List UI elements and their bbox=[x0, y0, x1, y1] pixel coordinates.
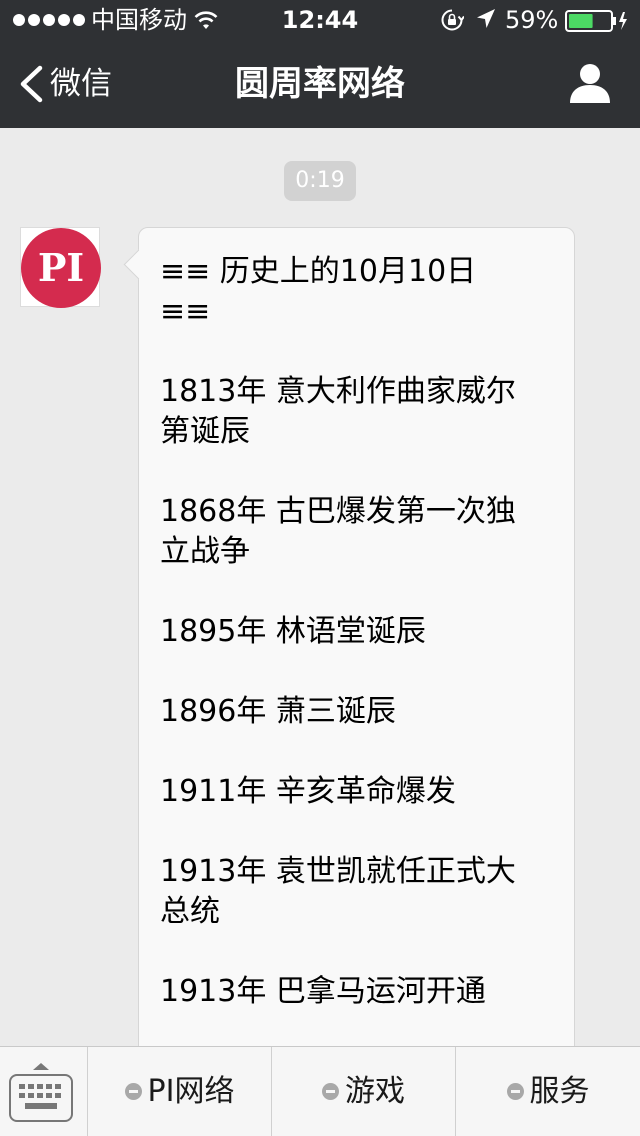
list-item-line: 1911年 辛亥革命爆发 bbox=[160, 774, 456, 809]
submenu-icon bbox=[322, 1083, 339, 1100]
list-item: 1895年 林语堂诞辰 bbox=[160, 612, 555, 652]
message-time-badge: 0:19 bbox=[284, 161, 356, 201]
list-item: 1868年 古巴爆发第一次独 立战争 bbox=[160, 492, 555, 572]
list-item: 1911年 辛亥革命爆发 bbox=[160, 772, 555, 812]
message-heading-line: ≡≡ 历史上的10月10日 bbox=[160, 254, 477, 289]
message-bubble[interactable]: ≡≡ 历史上的10月10日 ≡≡ 1813年 意大利作曲家威尔 第诞辰 1868… bbox=[123, 227, 575, 1127]
menu-label: PI网络 bbox=[147, 1073, 235, 1109]
keyboard-icon bbox=[9, 1063, 73, 1122]
menu-button-services[interactable]: 服务 bbox=[456, 1047, 640, 1136]
status-bar: 中国移动 12:44 59% bbox=[0, 0, 640, 40]
list-item-line: 1813年 意大利作曲家威尔 bbox=[160, 374, 516, 409]
list-item-line: 总统 bbox=[160, 894, 220, 929]
avatar-logo: PI bbox=[21, 228, 101, 308]
message-heading-line: ≡≡ bbox=[160, 294, 211, 329]
list-item-line: 1896年 萧三诞辰 bbox=[160, 694, 396, 729]
submenu-icon bbox=[506, 1083, 524, 1100]
list-item: 1913年 巴拿马运河开通 bbox=[160, 972, 555, 1012]
header: 中国移动 12:44 59% 微信 圆周率网络 bbox=[0, 0, 640, 128]
list-item-line: 第诞辰 bbox=[160, 414, 250, 449]
list-item-line: 立战争 bbox=[160, 534, 250, 569]
location-arrow-icon bbox=[477, 9, 495, 28]
person-icon[interactable] bbox=[568, 63, 612, 103]
list-item-line: 1913年 袁世凯就任正式大 bbox=[160, 854, 516, 889]
navigation-bar: 微信 圆周率网络 bbox=[0, 40, 640, 128]
rotation-lock-icon bbox=[441, 9, 464, 31]
avatar[interactable]: PI bbox=[20, 227, 101, 308]
bottom-menu-bar: PI网络 游戏 服务 bbox=[0, 1046, 640, 1136]
list-item-line: 1895年 林语堂诞辰 bbox=[160, 614, 426, 649]
keyboard-toggle-button[interactable] bbox=[0, 1047, 88, 1136]
battery-icon bbox=[565, 10, 627, 32]
list-item: 1913年 袁世凯就任正式大 总统 bbox=[160, 852, 555, 932]
bubble-tail bbox=[123, 249, 154, 280]
message-content: ≡≡ 历史上的10月10日 ≡≡ 1813年 意大利作曲家威尔 第诞辰 1868… bbox=[160, 252, 555, 1052]
menu-label: 服务 bbox=[529, 1073, 590, 1109]
list-item: 1896年 萧三诞辰 bbox=[160, 692, 555, 732]
message-heading: ≡≡ 历史上的10月10日 ≡≡ bbox=[160, 252, 555, 332]
menu-label: 游戏 bbox=[345, 1073, 405, 1109]
menu-button-pi-network[interactable]: PI网络 bbox=[88, 1047, 272, 1136]
menu-button-games[interactable]: 游戏 bbox=[272, 1047, 456, 1136]
battery-percent: 59% bbox=[505, 6, 559, 34]
submenu-icon bbox=[124, 1083, 142, 1100]
list-item: 1813年 意大利作曲家威尔 第诞辰 bbox=[160, 372, 555, 452]
chat-title: 圆周率网络 bbox=[235, 64, 405, 104]
list-item-line: 1868年 古巴爆发第一次独 bbox=[160, 494, 516, 529]
list-item-line: 1913年 巴拿马运河开通 bbox=[160, 974, 486, 1009]
